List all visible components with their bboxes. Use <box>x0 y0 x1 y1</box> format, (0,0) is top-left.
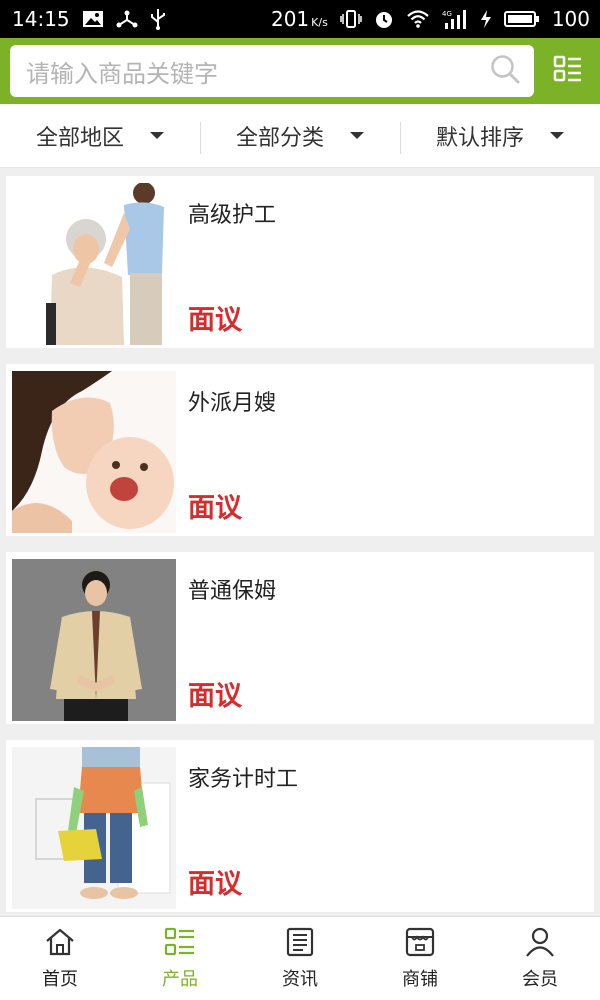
filter-region[interactable]: 全部地区 <box>0 104 200 167</box>
nav-home[interactable]: 首页 <box>0 917 120 1000</box>
wifi-icon <box>406 8 430 30</box>
speed-value: 201 <box>270 7 310 31</box>
nav-products-label: 产品 <box>162 968 198 990</box>
nav-member-label: 会员 <box>522 968 558 990</box>
filter-category[interactable]: 全部分类 <box>200 104 400 167</box>
product-item[interactable]: 家务计时工 面议 <box>6 740 594 912</box>
housework-cleaning-photo <box>12 747 176 909</box>
caregiver-elderly-photo <box>12 183 176 345</box>
charging-icon <box>480 8 492 30</box>
nav-news-label: 资讯 <box>282 968 318 990</box>
product-price: 面议 <box>188 869 242 900</box>
product-title[interactable]: 家务计时工 <box>188 761 298 793</box>
product-price: 面议 <box>188 305 242 336</box>
status-bar: 14:15 201 K/s 4G 100 <box>0 0 600 38</box>
filter-sort[interactable]: 默认排序 <box>400 104 600 167</box>
network-speed: 201 K/s <box>271 7 328 31</box>
battery-level: 100 <box>551 7 590 31</box>
product-price: 面议 <box>188 493 242 524</box>
product-price: 面议 <box>188 681 242 712</box>
caret-down-icon <box>350 132 364 139</box>
mother-baby-photo <box>12 371 176 533</box>
nanny-uniform-photo <box>12 559 176 721</box>
home-icon <box>44 927 76 961</box>
nav-products[interactable]: 产品 <box>120 917 240 1000</box>
vibrate-icon <box>340 8 362 30</box>
product-info: 外派月嫂 面议 <box>176 371 594 529</box>
filter-region-label: 全部地区 <box>35 125 124 151</box>
news-icon <box>285 927 315 961</box>
nav-home-label: 首页 <box>42 968 78 990</box>
search-input[interactable]: 请输入商品关键字 <box>26 54 218 89</box>
nav-store[interactable]: 商铺 <box>360 917 480 1000</box>
product-title[interactable]: 高级护工 <box>188 197 276 229</box>
product-list: 高级护工 面议 外派月嫂 面议 普通保姆 面议 家务计时工 面议 <box>0 168 600 916</box>
product-info: 家务计时工 面议 <box>176 747 594 905</box>
share-icon <box>116 8 138 30</box>
search-header: 请输入商品关键字 <box>0 38 600 104</box>
store-icon <box>404 927 436 961</box>
product-info: 普通保姆 面议 <box>176 559 594 717</box>
search-box[interactable]: 请输入商品关键字 <box>10 45 534 97</box>
product-list-icon <box>164 927 196 961</box>
bottom-nav: 首页 产品 资讯 商铺 会员 <box>0 916 600 1000</box>
caret-down-icon <box>150 132 164 139</box>
product-item[interactable]: 外派月嫂 面议 <box>6 364 594 536</box>
status-right: 201 K/s 4G 100 <box>271 7 590 31</box>
category-menu-icon <box>553 54 583 88</box>
nav-member[interactable]: 会员 <box>480 917 600 1000</box>
alarm-icon <box>374 8 394 30</box>
product-title[interactable]: 普通保姆 <box>188 573 276 605</box>
status-left: 14:15 <box>12 7 166 31</box>
caret-down-icon <box>550 132 564 139</box>
svg-text:4G: 4G <box>442 10 452 18</box>
4g-signal-icon: 4G <box>442 8 468 30</box>
speed-unit: K/s <box>311 16 328 29</box>
search-icon[interactable] <box>490 54 520 88</box>
product-title[interactable]: 外派月嫂 <box>188 385 276 417</box>
battery-icon <box>503 8 540 30</box>
product-info: 高级护工 面议 <box>176 183 594 341</box>
filter-category-label: 全部分类 <box>235 125 324 151</box>
product-item[interactable]: 高级护工 面议 <box>6 176 594 348</box>
user-icon <box>525 927 555 961</box>
category-menu-button[interactable] <box>540 45 596 97</box>
filter-sort-label: 默认排序 <box>435 125 524 151</box>
filter-bar: 全部地区 全部分类 默认排序 <box>0 104 600 168</box>
status-time: 14:15 <box>12 7 70 31</box>
nav-news[interactable]: 资讯 <box>240 917 360 1000</box>
image-icon <box>82 8 104 30</box>
product-item[interactable]: 普通保姆 面议 <box>6 552 594 724</box>
usb-icon <box>150 8 166 30</box>
nav-store-label: 商铺 <box>402 968 438 990</box>
